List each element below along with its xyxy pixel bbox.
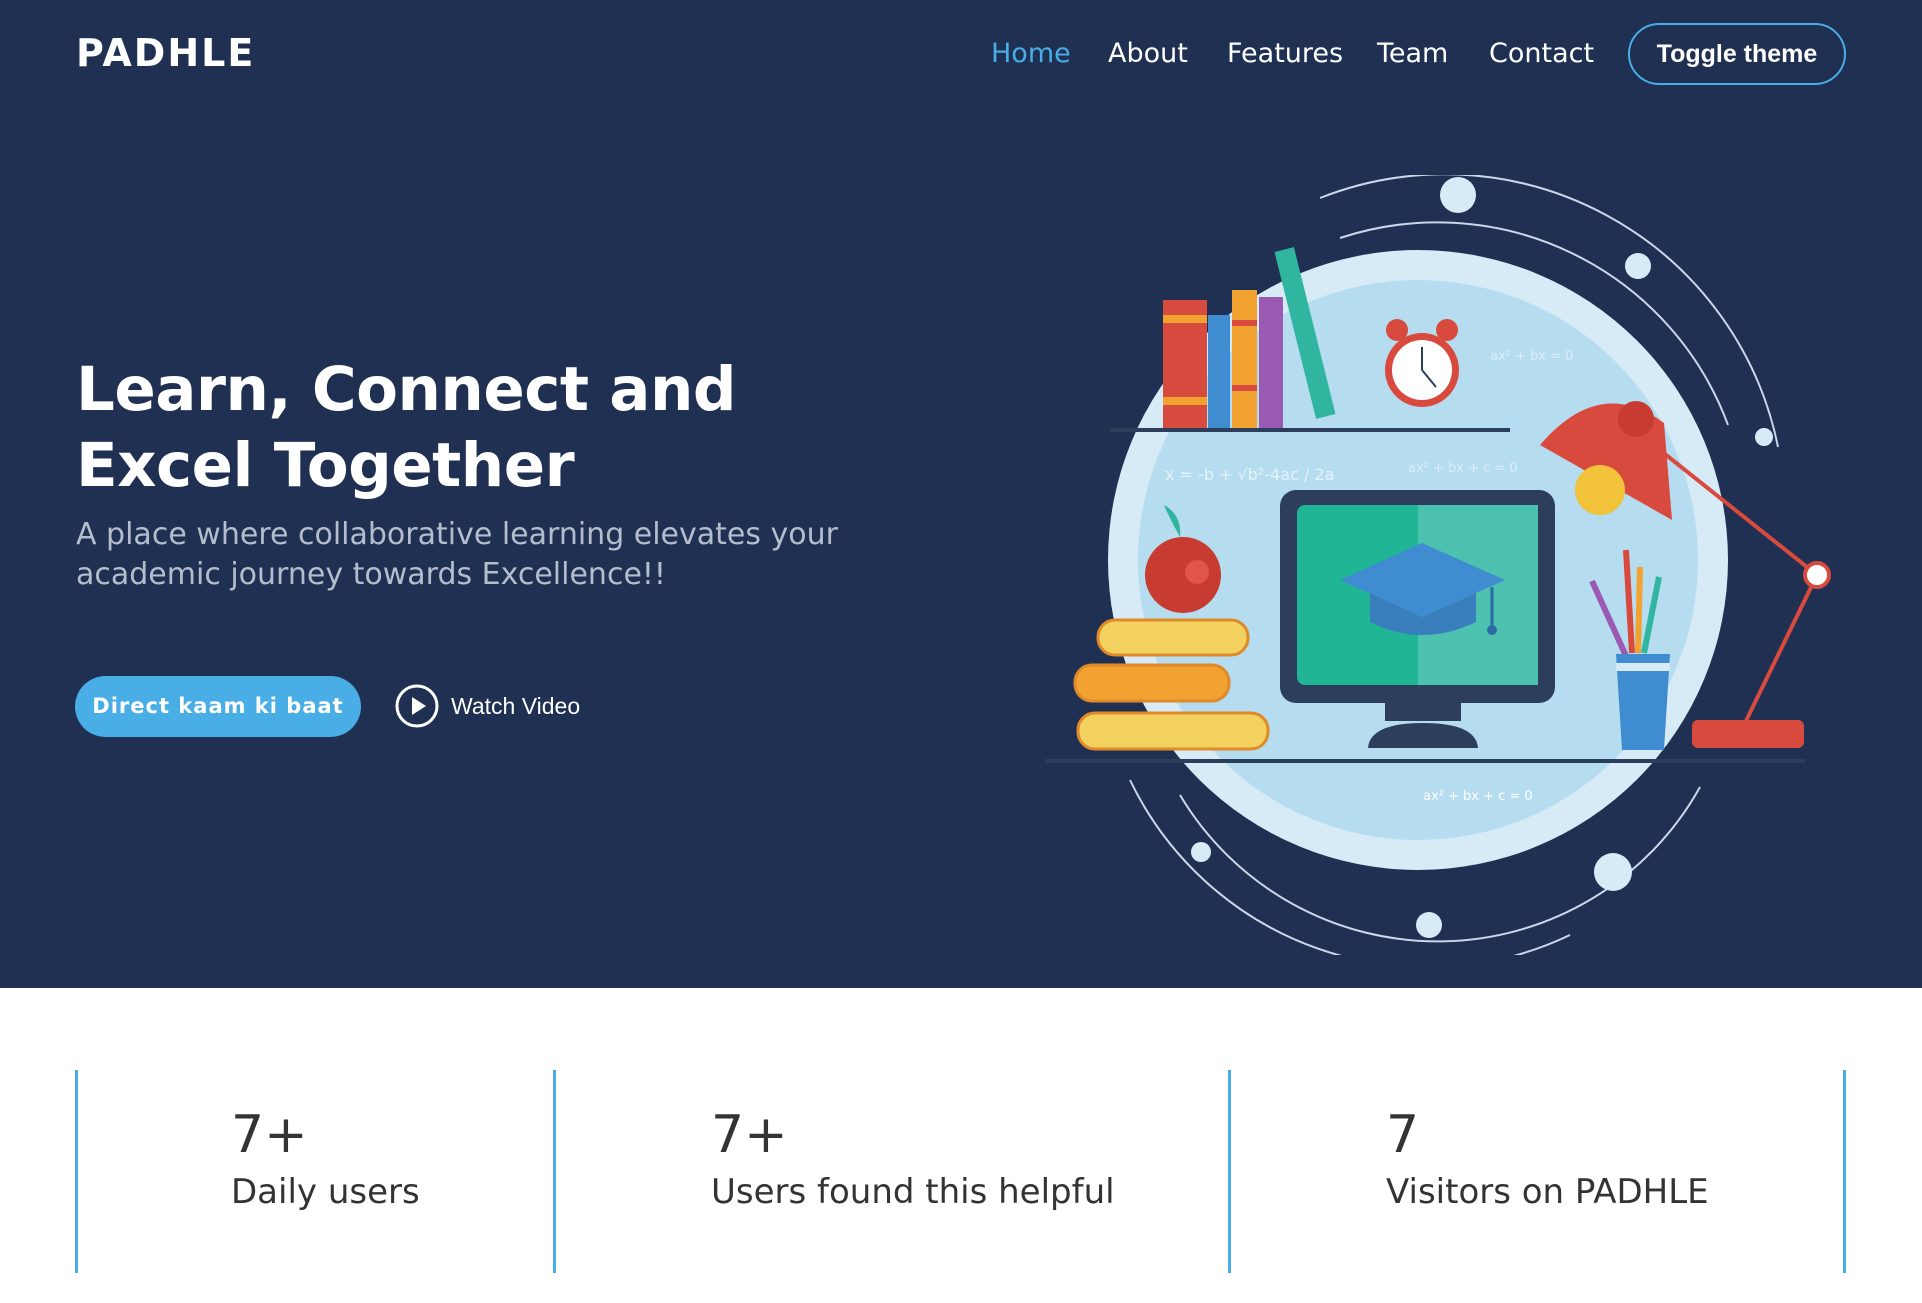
hero-section: PADHLE Home About Features Team Contact …	[0, 0, 1922, 988]
formula-eq-1: ax² + bx = 0	[1490, 349, 1573, 364]
nav-link-about[interactable]: About	[1108, 36, 1188, 72]
watch-video-label: Watch Video	[451, 693, 581, 719]
formula-quadratic: x = -b + √b²-4ac / 2a	[1165, 465, 1334, 484]
formula-eq-3: ax² + bx + c = 0	[1423, 789, 1533, 804]
stat-helpful-users: 7+ Users found this helpful	[553, 1070, 1228, 1273]
watch-video-button[interactable]: Watch Video	[395, 683, 580, 729]
stat-value: 7+	[711, 1105, 788, 1165]
nav-link-home[interactable]: Home	[991, 36, 1071, 72]
play-circle-icon	[395, 684, 439, 728]
hero-title: Learn, Connect and Excel Together	[76, 352, 836, 504]
nav-link-features[interactable]: Features	[1227, 36, 1343, 72]
hero-illustration: x = -b + √b²-4ac / 2a ax² + bx = 0 ax² +…	[1040, 173, 1860, 969]
nav-link-contact[interactable]: Contact	[1489, 36, 1594, 72]
hero-subtitle: A place where collaborative learning ele…	[76, 517, 838, 592]
cta-button[interactable]: Direct kaam ki baat	[75, 676, 361, 737]
site-logo[interactable]: PADHLE	[76, 30, 255, 76]
stat-label: Visitors on PADHLE	[1386, 1172, 1709, 1212]
formula-eq-2: ax² + bx + c = 0	[1408, 461, 1518, 476]
stat-daily-users: 7+ Daily users	[75, 1070, 553, 1273]
stat-label: Daily users	[231, 1172, 420, 1212]
stat-divider	[1843, 1070, 1846, 1273]
toggle-theme-button[interactable]: Toggle theme	[1628, 23, 1846, 85]
nav-link-team[interactable]: Team	[1377, 36, 1448, 72]
hero-title-line-1: Learn, Connect and	[76, 354, 737, 425]
stat-label: Users found this helpful	[711, 1172, 1115, 1212]
stat-value: 7	[1386, 1105, 1420, 1165]
stat-value: 7+	[231, 1105, 308, 1165]
stat-visitors: 7 Visitors on PADHLE	[1228, 1070, 1843, 1273]
hero-title-line-2: Excel Together	[76, 430, 575, 501]
